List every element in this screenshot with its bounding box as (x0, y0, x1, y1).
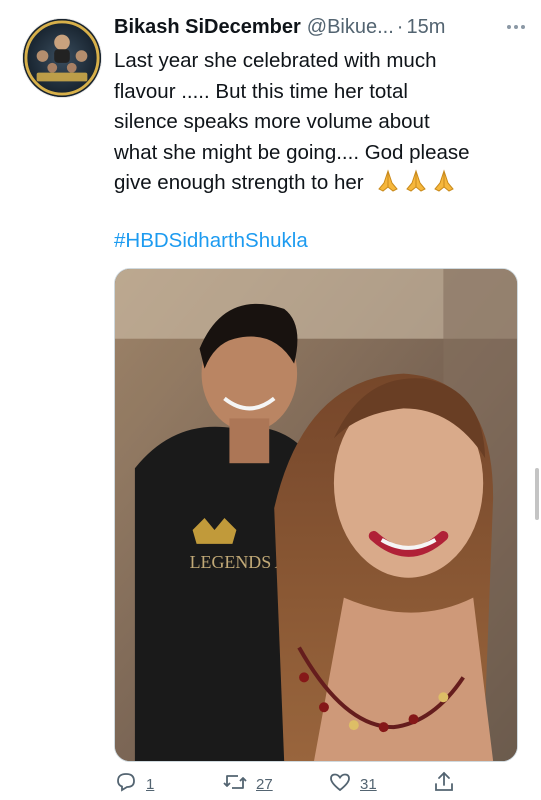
tweet-text-line: flavour ..... But this time her total (114, 79, 408, 103)
retweet-count: 27 (256, 775, 273, 793)
author-handle[interactable]: @Bikue... (307, 16, 394, 39)
photo-image: LEGENDS ARE BORN IN DECEMBER (115, 269, 517, 761)
reply-count: 1 (146, 775, 155, 793)
hashtag-link[interactable]: #HBDSidharthShukla (114, 229, 308, 253)
avatar-image (23, 19, 101, 97)
tweet-actions: 1 27 31 (114, 770, 514, 798)
like-count: 31 (360, 775, 377, 793)
share-icon (432, 770, 456, 798)
scrollbar[interactable] (535, 468, 539, 520)
tweet-text: Last year she celebrated with much flavo… (114, 46, 524, 203)
tweet-text-line-last: give enough strength to her (114, 171, 364, 194)
retweet-button[interactable]: 27 (222, 770, 273, 798)
like-button[interactable]: 31 (328, 770, 377, 798)
timestamp[interactable]: 15m (406, 16, 445, 39)
author-avatar[interactable] (22, 18, 102, 98)
more-options-icon[interactable] (505, 16, 527, 38)
separator-dot: · (396, 15, 404, 38)
tweet-photo[interactable]: LEGENDS ARE BORN IN DECEMBER (114, 268, 518, 762)
reply-button[interactable]: 1 (114, 770, 154, 798)
tweet-text-line: silence speaks more volume about (114, 110, 430, 133)
tweet-text-line: give enough strength to her (114, 168, 524, 203)
folded-hands-icon (375, 169, 459, 203)
like-icon (328, 770, 352, 798)
reply-icon (114, 770, 138, 798)
tweet-header: Bikash SiDecember @Bikue... · 15m (114, 12, 527, 42)
tweet-text-line: what she might be going.... God please (114, 140, 470, 164)
tweet-text-line: Last year she celebrated with much (114, 49, 437, 72)
retweet-icon (222, 770, 248, 798)
share-button[interactable] (432, 770, 456, 798)
tweet[interactable]: Bikash SiDecember @Bikue... · 15m Last y… (0, 0, 541, 800)
author-name[interactable]: Bikash SiDecember (114, 16, 301, 39)
